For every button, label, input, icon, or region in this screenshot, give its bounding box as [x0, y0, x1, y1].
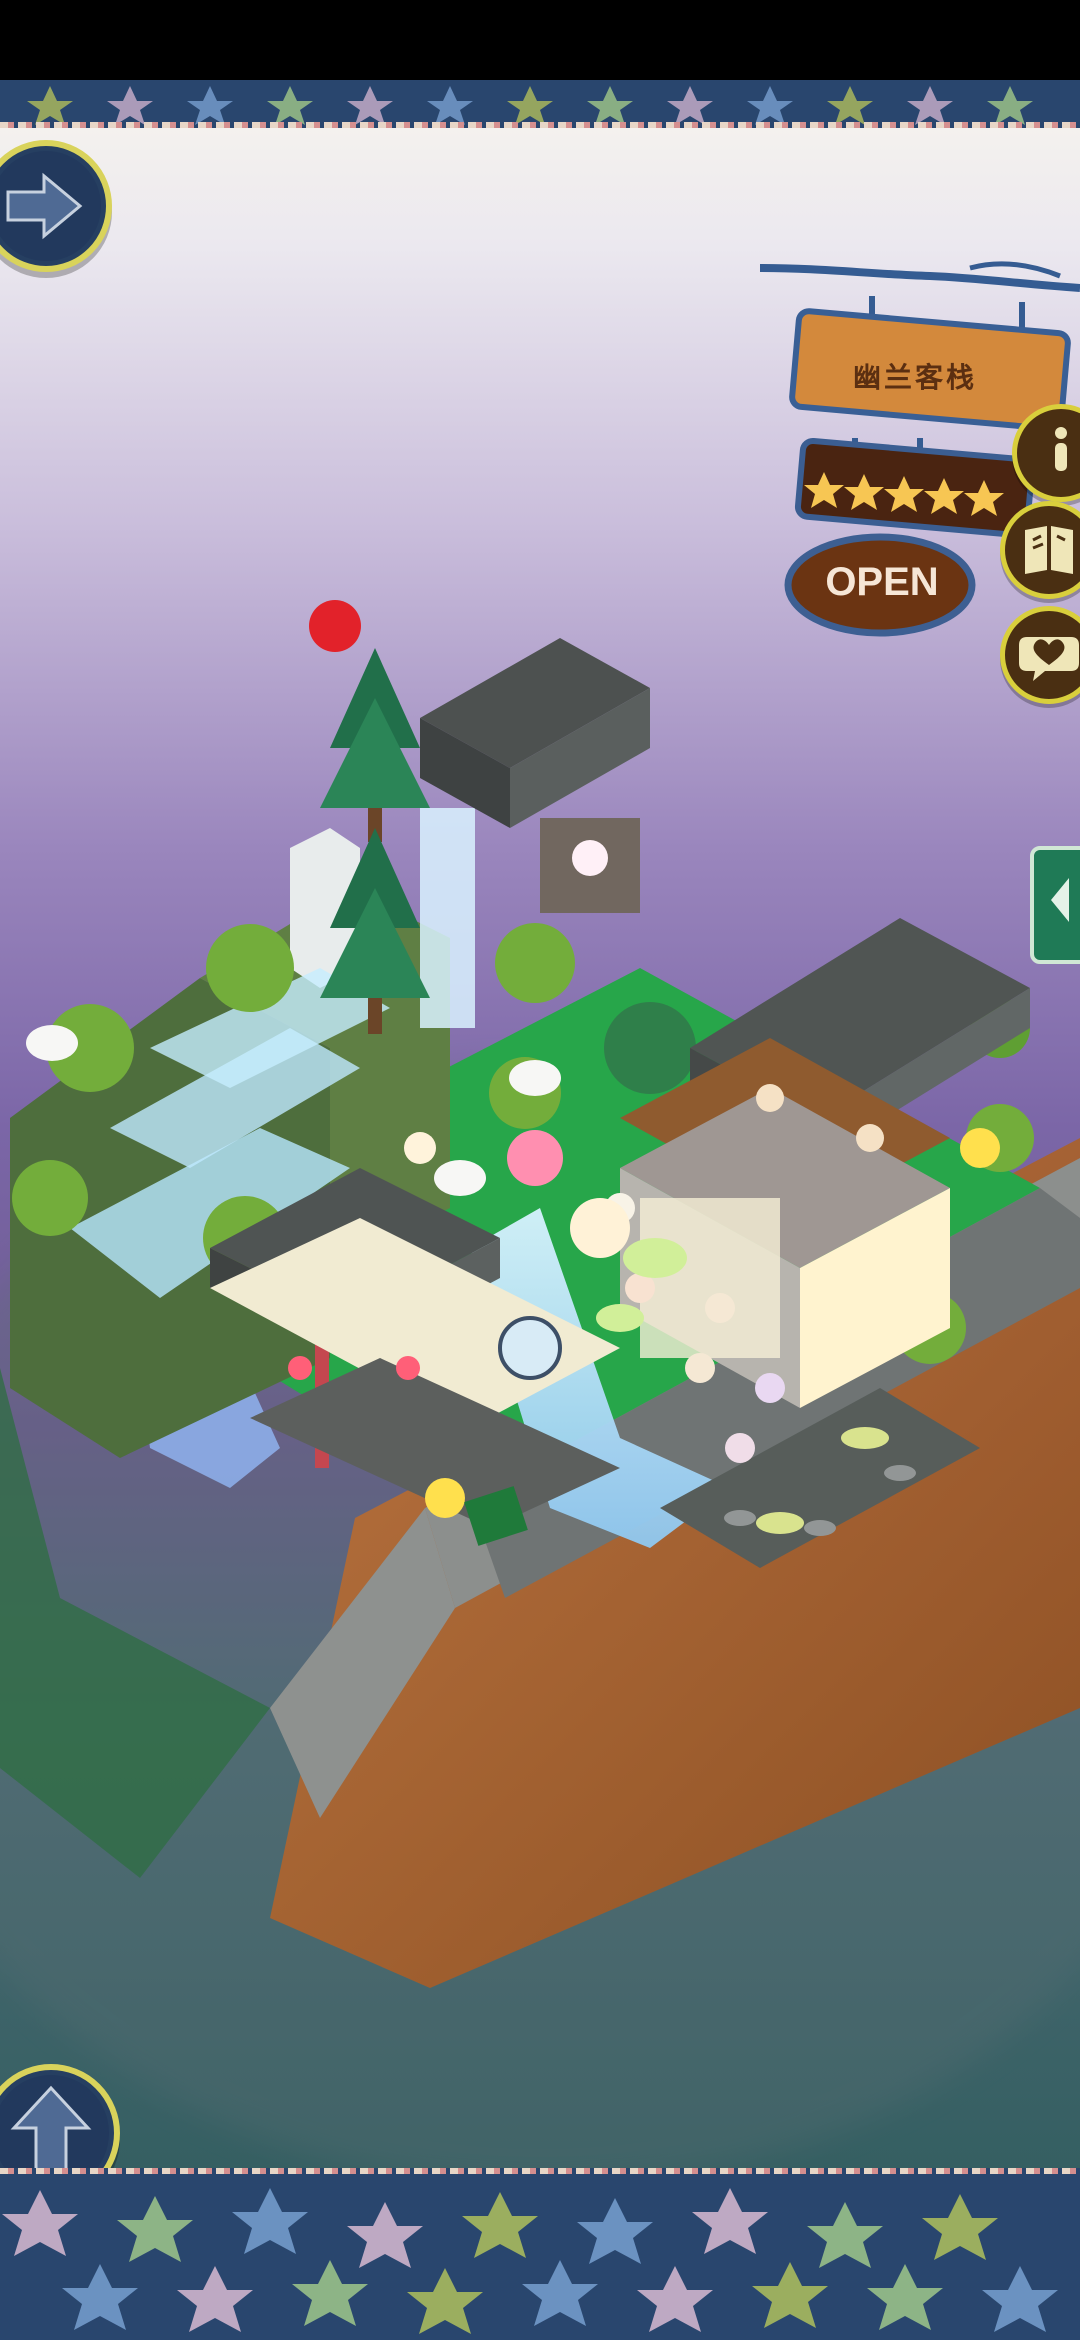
bottom-star-border — [0, 2168, 1080, 2340]
stool-1 — [884, 1465, 916, 1481]
rating-star-icon — [924, 478, 964, 514]
arrow-up-icon — [0, 2075, 109, 2168]
game-scene[interactable]: 幽兰客栈 OPEN — [0, 128, 1080, 2168]
chevron-left-icon — [1051, 878, 1069, 922]
rating-star-icon — [844, 474, 884, 510]
lamp-left — [425, 1478, 465, 1518]
lantern-left — [288, 1356, 312, 1380]
rating-star-icon — [804, 472, 844, 508]
side-tab-button[interactable] — [1030, 846, 1080, 964]
left-arrow-button[interactable] — [0, 140, 112, 272]
stool-3 — [724, 1510, 756, 1526]
info-icon — [1055, 427, 1067, 471]
inn-name: 幽兰客栈 — [852, 361, 977, 394]
arrow-right-icon — [0, 151, 101, 261]
book-button[interactable] — [1000, 501, 1080, 599]
red-orb — [309, 600, 361, 652]
round-window — [498, 1316, 562, 1380]
bottom-stitch — [0, 2168, 1080, 2174]
status-bar — [0, 0, 1080, 80]
lamp-right — [960, 1128, 1000, 1168]
rating-star-icon — [884, 476, 924, 512]
heart-chat-icon — [1019, 637, 1079, 681]
lantern-right — [396, 1356, 420, 1380]
open-status: OPEN — [825, 559, 939, 604]
up-arrow-button[interactable] — [0, 2064, 120, 2168]
rating-stars — [804, 472, 1004, 516]
bottom-border — [0, 2168, 1080, 2340]
info-button[interactable] — [1012, 404, 1080, 502]
table-2 — [756, 1512, 804, 1534]
top-border — [0, 80, 1080, 128]
heart-chat-button[interactable] — [1000, 606, 1080, 704]
inn-screens — [640, 1198, 780, 1358]
table-1 — [841, 1427, 889, 1449]
book-icon — [1025, 526, 1073, 574]
top-star-border — [0, 80, 1080, 128]
stool-2 — [804, 1520, 836, 1536]
rating-star-icon — [964, 480, 1004, 516]
